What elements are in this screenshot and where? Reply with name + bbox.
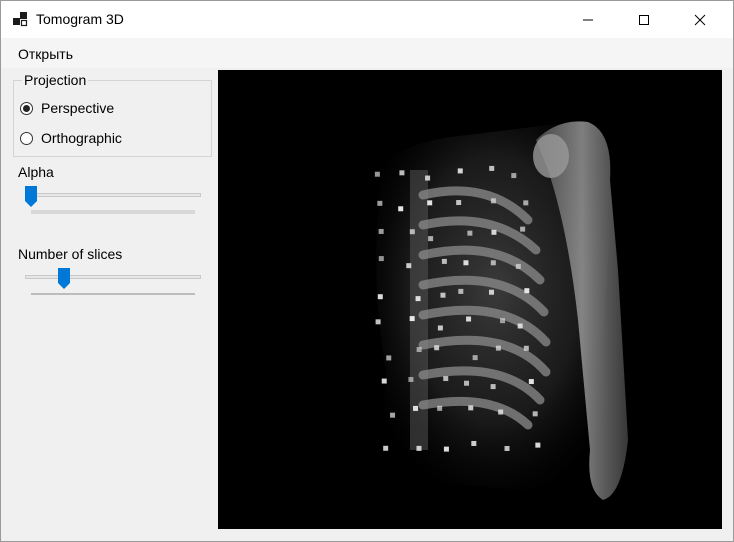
app-cubes-icon: [13, 12, 28, 27]
alpha-slider-ticks: [31, 210, 195, 214]
tomogram-viewport[interactable]: [218, 70, 722, 529]
radio-orthographic[interactable]: Orthographic: [20, 130, 122, 146]
radio-perspective-control[interactable]: [20, 101, 33, 115]
alpha-slider-thumb[interactable]: [25, 186, 37, 208]
title-bar[interactable]: Tomogram 3D: [1, 1, 733, 38]
app-window: Tomogram 3D Открыть Projection Perspecti…: [0, 0, 734, 542]
maximize-button[interactable]: [621, 1, 667, 38]
close-icon: [694, 14, 706, 25]
alpha-slider-track: [25, 193, 201, 197]
radio-perspective-label: Perspective: [41, 100, 115, 116]
alpha-label: Alpha: [18, 164, 54, 180]
maximize-icon: [639, 14, 649, 25]
menu-bar: Открыть: [1, 38, 733, 68]
tomogram-render: [374, 121, 628, 500]
slices-slider-thumb[interactable]: [57, 268, 70, 290]
alpha-slider[interactable]: [25, 186, 201, 217]
menu-open[interactable]: Открыть: [12, 44, 79, 64]
slices-label: Number of slices: [18, 246, 123, 262]
slices-slider[interactable]: [25, 268, 201, 299]
radio-orthographic-label: Orthographic: [41, 130, 122, 146]
minimize-button[interactable]: [565, 1, 611, 38]
slices-slider-track: [25, 275, 201, 279]
projection-group: Projection Perspective Orthographic: [13, 72, 212, 157]
projection-group-label: Projection: [22, 72, 89, 88]
radio-perspective[interactable]: Perspective: [20, 100, 114, 116]
close-button[interactable]: [677, 1, 723, 38]
window-title: Tomogram 3D: [36, 11, 124, 27]
slices-slider-ticks: [31, 293, 195, 295]
radio-orthographic-control[interactable]: [20, 131, 33, 145]
minimize-icon: [583, 19, 593, 20]
